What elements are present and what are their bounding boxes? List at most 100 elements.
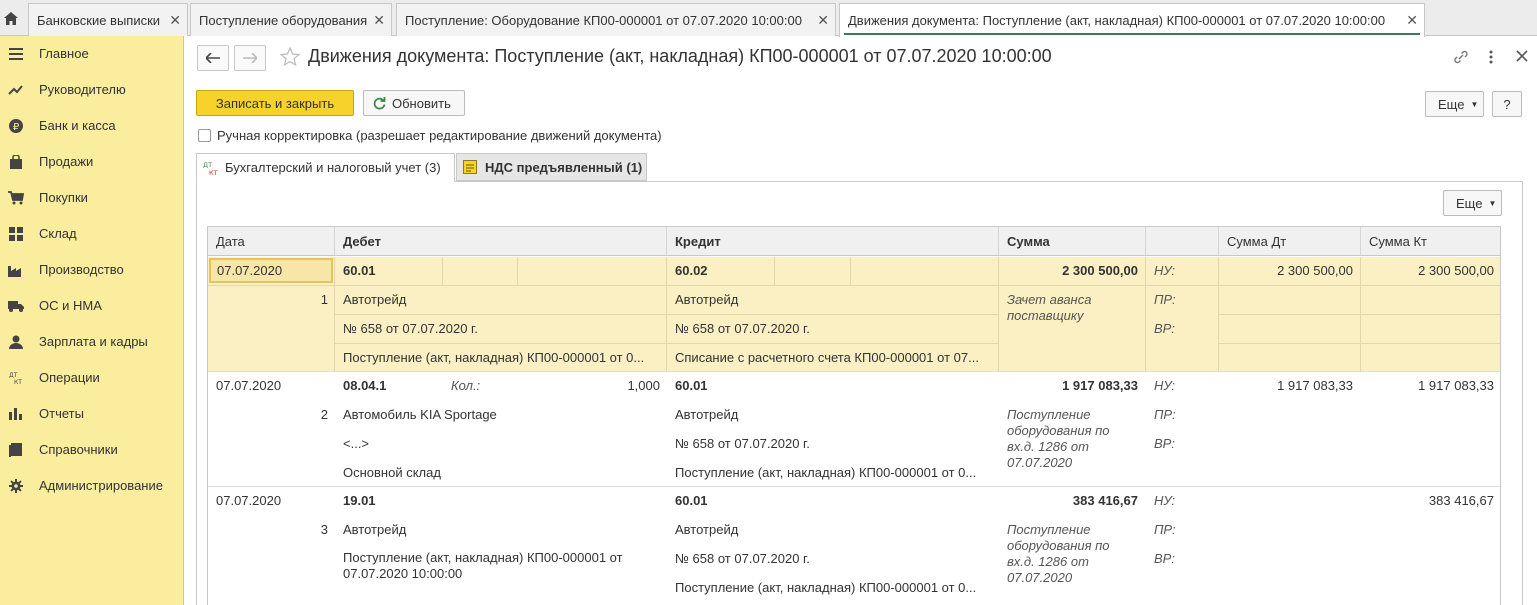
sidebar-item-sales[interactable]: Продажи [0, 144, 184, 180]
cell-content: Поступление оборудования по вх.д. 1286 о… [1007, 407, 1110, 470]
column-header-date[interactable]: Дата [208, 227, 335, 256]
cell-debit-account: 19.01 [343, 493, 376, 508]
svg-text:ДТ: ДТ [203, 161, 212, 169]
close-form-icon[interactable] [1515, 49, 1529, 66]
cell-vr-label: ВР: [1154, 436, 1175, 451]
sidebar: Главное Руководителю ₽ Банк и касса Прод… [0, 36, 184, 605]
home-icon[interactable] [0, 0, 22, 36]
cell-debit-subconto: Поступление (акт, накладная) КП00-000001… [343, 550, 623, 581]
save-and-close-button[interactable]: Записать и закрыть [196, 90, 354, 116]
sidebar-item-label: Продажи [39, 154, 94, 169]
column-header-sum-dt[interactable]: Сумма Дт [1219, 227, 1361, 256]
person-icon [8, 334, 24, 350]
cell-pr-label: ПР: [1154, 407, 1176, 422]
tab-vat[interactable]: НДС предъявленный (1) [456, 153, 647, 181]
cell-sum-kt: 1 917 083,33 [1418, 378, 1494, 393]
cell-debit-subconto: <...> [343, 436, 370, 451]
table-row[interactable]: 07.07.2020 3 19.01 Автотрейд Поступление… [208, 487, 1500, 605]
sidebar-item-catalogs[interactable]: Справочники [0, 432, 184, 468]
ruble-icon: ₽ [8, 118, 24, 134]
manual-edit-label: Ручная корректировка (разрешает редактир… [217, 128, 662, 143]
truck-icon [8, 298, 24, 314]
favorite-star-icon[interactable] [279, 46, 301, 69]
table-more-button[interactable]: Еще ▼ [1443, 190, 1502, 216]
page-title: Движения документа: Поступление (акт, на… [308, 46, 1052, 66]
tab-equipment-receipt[interactable]: Поступление оборудования ✕ [190, 3, 392, 36]
tab-accounting[interactable]: ДТ КТ Бухгалтерский и налоговый учет (3) [196, 153, 455, 182]
cell-date[interactable]: 07.07.2020 [209, 258, 333, 283]
tab-label: Бухгалтерский и налоговый учет (3) [225, 160, 441, 175]
sidebar-item-label: Отчеты [39, 406, 84, 421]
close-icon[interactable]: ✕ [169, 12, 181, 29]
svg-text:КТ: КТ [209, 169, 218, 176]
tab-bank-statements[interactable]: Банковские выписки ✕ [28, 3, 188, 36]
cell-pr-label: ПР: [1154, 292, 1176, 307]
close-icon[interactable]: ✕ [817, 12, 829, 29]
sidebar-item-manager[interactable]: Руководителю [0, 72, 184, 108]
tab-receipt-document[interactable]: Поступление: Оборудование КП00-000001 от… [396, 3, 836, 36]
cell-num: 2 [320, 407, 328, 422]
cell-debit-account: 60.01 [343, 263, 376, 278]
cell-debit-subconto: № 658 от 07.07.2020 г. [343, 321, 478, 336]
close-icon[interactable]: ✕ [1406, 12, 1418, 29]
help-button[interactable]: ? [1492, 91, 1522, 117]
cell-sum: 383 416,67 [1072, 493, 1138, 508]
table-row[interactable]: 07.07.2020 2 08.04.1 Кол.: 1,000 Автомоб… [208, 372, 1500, 487]
cell-credit-subconto: № 658 от 07.07.2020 г. [675, 321, 810, 336]
refresh-button[interactable]: Обновить [363, 90, 465, 116]
sidebar-item-admin[interactable]: Администрирование [0, 468, 184, 504]
sidebar-item-payroll[interactable]: Зарплата и кадры [0, 324, 184, 360]
cell-pr-label: ПР: [1154, 522, 1176, 537]
column-header-sum-kt[interactable]: Сумма Кт [1361, 227, 1500, 256]
sidebar-item-production[interactable]: Производство [0, 252, 184, 288]
column-header-credit[interactable]: Кредит [667, 227, 999, 256]
forward-button[interactable] [234, 45, 266, 71]
cell-debit-account: 08.04.1 [343, 378, 387, 393]
cell-credit-subconto: Поступление (акт, накладная) КП00-000001… [675, 580, 977, 595]
svg-text:₽: ₽ [13, 122, 20, 133]
table-row[interactable]: 07.07.2020 1 60.01 Автотрейд № 658 от 07… [208, 257, 1500, 372]
close-icon[interactable]: ✕ [373, 12, 385, 29]
cell-debit-subconto: Автомобиль KIA Sportage [343, 407, 497, 422]
cell-debit-subconto: Автотрейд [343, 522, 407, 537]
cell-credit-subconto: Автотрейд [675, 407, 739, 422]
more-actions-icon[interactable] [1488, 49, 1494, 68]
cell-credit-account: 60.02 [675, 263, 708, 278]
cell-sum-dt: 2 300 500,00 [1277, 263, 1353, 278]
tab-document-movements[interactable]: Движения документа: Поступление (акт, на… [839, 3, 1425, 37]
column-header-debit[interactable]: Дебет [335, 227, 667, 256]
sidebar-item-bank[interactable]: ₽ Банк и касса [0, 108, 184, 144]
sidebar-item-reports[interactable]: Отчеты [0, 396, 184, 432]
column-header-blank[interactable] [1146, 227, 1219, 256]
sidebar-item-label: Производство [39, 262, 124, 277]
refresh-label: Обновить [392, 95, 451, 111]
sidebar-item-fixed-assets[interactable]: ОС и НМА [0, 288, 184, 324]
manual-edit-checkbox[interactable] [198, 129, 211, 142]
sidebar-item-label: Главное [39, 46, 89, 61]
svg-text:ДТ: ДТ [9, 372, 18, 379]
cell-sum-dt: 1 917 083,33 [1277, 378, 1353, 393]
sidebar-item-warehouse[interactable]: Склад [0, 216, 184, 252]
more-button[interactable]: Еще ▼ [1425, 91, 1484, 117]
link-icon[interactable] [1453, 49, 1469, 68]
bar-chart-icon [8, 406, 24, 422]
register-icon [463, 160, 477, 174]
sidebar-item-label: Операции [39, 370, 100, 385]
column-header-sum[interactable]: Сумма [999, 227, 1146, 256]
sidebar-item-main[interactable]: Главное [0, 36, 184, 72]
cell-num: 3 [320, 522, 328, 537]
back-button[interactable] [197, 45, 229, 71]
sidebar-item-label: Администрирование [39, 478, 163, 493]
cell-debit-subconto: Основной склад [343, 465, 441, 480]
movements-table: Дата Дебет Кредит Сумма Сумма Дт Сумма К… [207, 226, 1501, 605]
cell-content: Поступление оборудования по вх.д. 1286 о… [1007, 522, 1110, 585]
sidebar-item-label: Покупки [39, 190, 88, 205]
cell-nu-label: НУ: [1154, 263, 1176, 278]
tab-label: Движения документа: Поступление (акт, на… [848, 13, 1386, 28]
sidebar-item-label: Склад [39, 226, 77, 241]
cell-credit-account: 60.01 [675, 378, 708, 393]
sidebar-item-label: Справочники [39, 442, 118, 457]
cell-debit-subconto: Поступление (акт, накладная) КП00-000001… [343, 350, 645, 365]
sidebar-item-operations[interactable]: ДТ КТ Операции [0, 360, 184, 396]
sidebar-item-purchases[interactable]: Покупки [0, 180, 184, 216]
